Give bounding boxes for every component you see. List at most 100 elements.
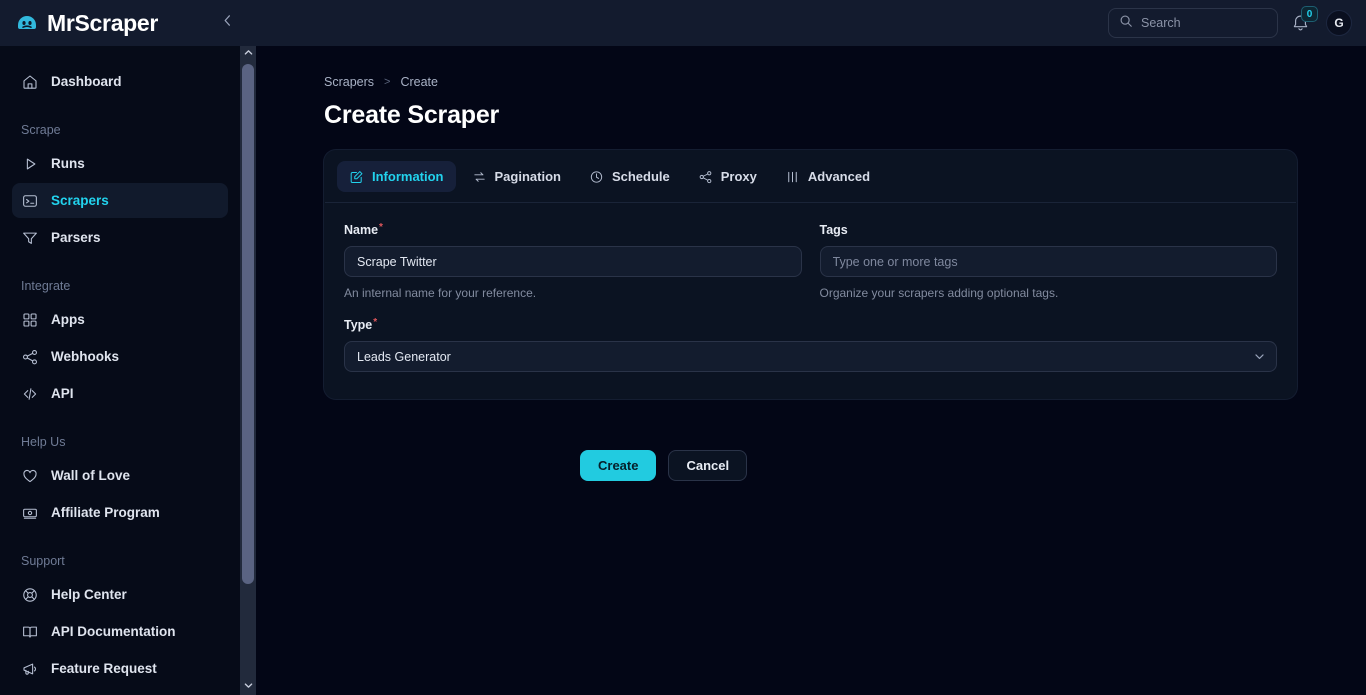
sidebar-item-affiliate-program[interactable]: Affiliate Program bbox=[12, 495, 228, 530]
sidebar-nav: Dashboard Scrape Runs Scrapers Parsers Integr… bbox=[0, 64, 240, 686]
sidebar-item-label: Parsers bbox=[51, 230, 101, 245]
sidebar-item-label: Dashboard bbox=[51, 74, 122, 89]
chevron-left-icon bbox=[220, 13, 235, 33]
scraper-form: Name * An internal name for your referen… bbox=[325, 203, 1296, 398]
heart-icon bbox=[21, 467, 39, 485]
type-label-text: Type bbox=[344, 318, 373, 332]
terminal-icon bbox=[21, 192, 39, 210]
type-select[interactable]: Leads Generator bbox=[344, 341, 1277, 372]
tags-label-text: Tags bbox=[819, 223, 848, 237]
required-marker: * bbox=[373, 317, 378, 328]
tab-label: Proxy bbox=[720, 169, 757, 184]
filter-icon bbox=[21, 229, 39, 247]
tab-pagination[interactable]: Pagination bbox=[460, 161, 573, 192]
breadcrumb: Scrapers > Create bbox=[324, 75, 1366, 89]
tab-label: Pagination bbox=[494, 169, 561, 184]
name-label-text: Name bbox=[344, 223, 379, 237]
sidebar-collapse-button[interactable] bbox=[215, 11, 239, 35]
name-hint: An internal name for your reference. bbox=[344, 286, 537, 300]
scroll-down-button[interactable] bbox=[240, 679, 256, 695]
brand-logo[interactable]: MrScraper bbox=[0, 10, 158, 37]
tab-label: Schedule bbox=[611, 169, 670, 184]
notifications-button[interactable]: 0 bbox=[1290, 6, 1318, 38]
field-name: Name * An internal name for your referen… bbox=[344, 223, 802, 300]
megaphone-icon bbox=[21, 660, 39, 678]
sidebar-section-label: Help Us bbox=[21, 435, 66, 449]
name-label: Name * bbox=[344, 223, 802, 238]
sidebar-item-dashboard[interactable]: Dashboard bbox=[12, 64, 228, 99]
tab-information[interactable]: Information bbox=[337, 161, 456, 192]
tab-proxy[interactable]: Proxy bbox=[686, 161, 769, 192]
clock-icon bbox=[589, 169, 604, 184]
type-label: Type * bbox=[344, 317, 1277, 333]
bell-icon bbox=[1290, 15, 1311, 38]
tab-advanced[interactable]: Advanced bbox=[773, 161, 882, 192]
scroll-up-button[interactable] bbox=[240, 46, 256, 62]
sidebar-item-label: Affiliate Program bbox=[51, 505, 160, 520]
book-icon bbox=[21, 623, 39, 641]
name-input[interactable] bbox=[344, 246, 802, 277]
sidebar-section-label: Scrape bbox=[21, 123, 61, 137]
cancel-button[interactable]: Cancel bbox=[668, 450, 748, 481]
code-icon bbox=[21, 385, 39, 403]
money-icon bbox=[21, 504, 39, 522]
sidebar-section-label: Support bbox=[21, 554, 65, 568]
breadcrumb-separator: > bbox=[384, 76, 391, 88]
avatar[interactable]: G bbox=[1326, 10, 1352, 36]
avatar-initial: G bbox=[1334, 16, 1344, 30]
home-icon bbox=[21, 73, 39, 91]
sidebar-item-label: Runs bbox=[51, 156, 85, 171]
search-input[interactable] bbox=[1141, 16, 1259, 30]
sidebar-item-api[interactable]: API bbox=[12, 376, 228, 411]
app-root: MrScraper Search 0 G Dashboard Scrape Ru… bbox=[0, 0, 1366, 695]
share-icon bbox=[21, 348, 39, 366]
sidebar-item-label: Help Center bbox=[51, 587, 127, 602]
sidebar-item-webhooks[interactable]: Webhooks bbox=[12, 339, 228, 374]
sidebar-item-scrapers[interactable]: Scrapers bbox=[12, 183, 228, 218]
sidebar-scrollbar[interactable] bbox=[240, 46, 256, 695]
edit-square-icon bbox=[349, 169, 364, 184]
sidebar-item-parsers[interactable]: Parsers bbox=[12, 220, 228, 255]
topbar-right-cluster: 0 G bbox=[1108, 0, 1352, 46]
field-type: Type * Leads Generator bbox=[344, 318, 1277, 372]
sidebar-item-label: API Documentation bbox=[51, 624, 176, 639]
sidebar-item-runs[interactable]: Runs bbox=[12, 146, 228, 181]
tab-label: Information bbox=[372, 169, 444, 184]
sidebar-item-api-documentation[interactable]: API Documentation bbox=[12, 614, 228, 649]
main-content: Scrapers > Create Create Scraper Informa… bbox=[256, 46, 1366, 695]
brand-name: MrScraper bbox=[47, 9, 159, 36]
search-icon bbox=[1119, 14, 1133, 33]
share-icon bbox=[698, 169, 713, 184]
lifebuoy-icon bbox=[21, 586, 39, 604]
tags-hint: Organize your scrapers adding optional t… bbox=[819, 286, 1059, 300]
tags-input[interactable] bbox=[819, 246, 1277, 277]
create-scraper-card: Information Pagination Schedule Proxy Advanc… bbox=[324, 150, 1297, 399]
scrollbar-thumb[interactable] bbox=[242, 64, 254, 584]
grid-icon bbox=[21, 311, 39, 329]
sidebar-section-label: Integrate bbox=[21, 279, 71, 293]
create-button[interactable]: Create bbox=[580, 450, 657, 481]
tab-bar: Information Pagination Schedule Proxy Advanc… bbox=[325, 151, 1296, 203]
swap-arrows-icon bbox=[472, 169, 487, 184]
sidebar-item-label: Feature Request bbox=[51, 661, 157, 676]
breadcrumb-parent[interactable]: Scrapers bbox=[324, 75, 374, 89]
chevron-up-icon bbox=[243, 45, 254, 63]
play-icon bbox=[21, 155, 39, 173]
sidebar-item-label: Webhooks bbox=[51, 349, 120, 364]
sliders-icon bbox=[785, 169, 800, 184]
notification-count-badge: 0 bbox=[1301, 6, 1318, 22]
sidebar-item-wall-of-love[interactable]: Wall of Love bbox=[12, 458, 228, 493]
sidebar-item-help-center[interactable]: Help Center bbox=[12, 577, 228, 612]
tags-label: Tags bbox=[820, 223, 1278, 237]
tab-label: Advanced bbox=[807, 169, 871, 184]
breadcrumb-current[interactable]: Create bbox=[400, 75, 438, 89]
sidebar-item-apps[interactable]: Apps bbox=[12, 302, 228, 337]
mrscraper-logo-icon bbox=[14, 10, 40, 36]
sidebar-item-label: Scrapers bbox=[51, 193, 109, 208]
sidebar-item-label: API bbox=[51, 386, 74, 401]
tab-schedule[interactable]: Schedule bbox=[577, 161, 682, 192]
search-box[interactable] bbox=[1108, 8, 1278, 38]
sidebar-item-feature-request[interactable]: Feature Request bbox=[12, 651, 228, 686]
top-bar: MrScraper Search 0 G bbox=[0, 0, 1366, 46]
sidebar-item-label: Wall of Love bbox=[51, 468, 131, 483]
